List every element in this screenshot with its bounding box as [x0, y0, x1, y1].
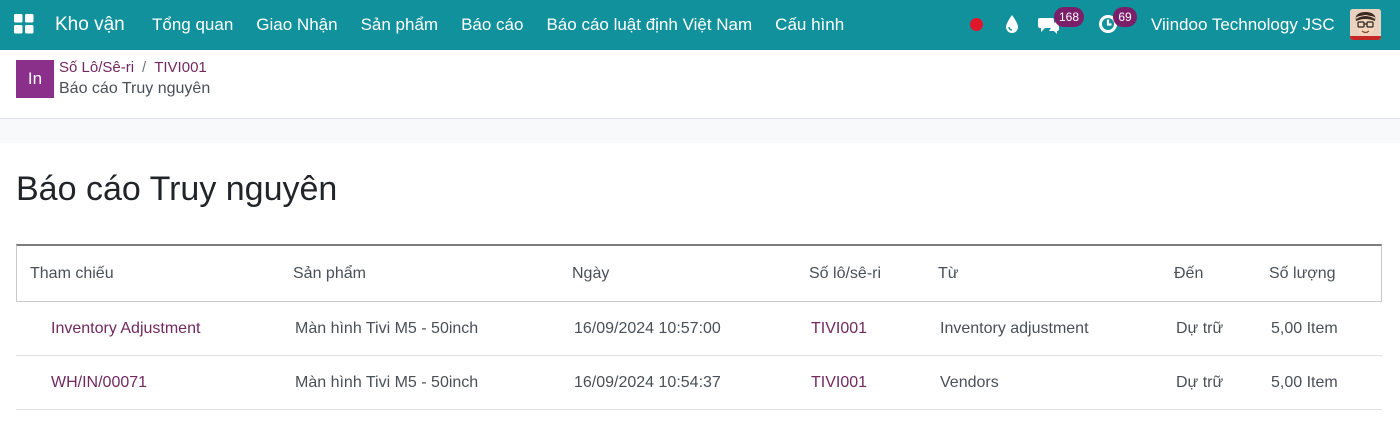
user-avatar[interactable]	[1350, 9, 1381, 40]
from-location-cell: Inventory adjustment	[940, 320, 1089, 337]
from-location-cell: Vendors	[940, 374, 999, 391]
table-header: Tham chiếu Sản phẩm Ngày Số lô/sê-ri Từ …	[16, 244, 1382, 302]
menu-item-overview[interactable]: Tổng quan	[152, 0, 233, 50]
breadcrumb-lot-link[interactable]: TIVI001	[154, 59, 207, 76]
separator-band	[0, 119, 1400, 143]
date-cell: 16/09/2024 10:57:00	[574, 320, 721, 337]
table-row[interactable]: WH/IN/00071 Màn hình Tivi M5 - 50inch 16…	[16, 356, 1382, 410]
date-cell: 16/09/2024 10:54:37	[574, 374, 721, 391]
reference-link[interactable]: WH/IN/00071	[51, 356, 147, 410]
breadcrumb-separator: /	[142, 59, 147, 76]
breadcrumb: Số Lô/Sê-ri / TIVI001	[59, 59, 207, 76]
column-header-reference: Tham chiếu	[30, 265, 114, 282]
product-cell: Màn hình Tivi M5 - 50inch	[295, 374, 479, 391]
product-cell: Màn hình Tivi M5 - 50inch	[295, 320, 479, 337]
menu-item-configuration[interactable]: Cấu hình	[775, 0, 844, 50]
activities-count-badge: 69	[1113, 7, 1137, 27]
traceability-table: Tham chiếu Sản phẩm Ngày Số lô/sê-ri Từ …	[16, 244, 1382, 410]
column-header-lot-serial: Số lô/sê-ri	[809, 265, 882, 282]
droplet-icon[interactable]	[1004, 14, 1020, 34]
main-menu: Tổng quan Giao Nhận Sản phẩm Báo cáo Báo…	[152, 0, 867, 50]
table-row[interactable]: Inventory Adjustment Màn hình Tivi M5 - …	[16, 302, 1382, 356]
control-panel: In Số Lô/Sê-ri / TIVI001 Báo cáo Truy nguy…	[0, 50, 1400, 119]
menu-item-products[interactable]: Sản phẩm	[361, 0, 439, 50]
quantity-cell: 5,00 Item	[1271, 320, 1338, 337]
lot-serial-link[interactable]: TIVI001	[811, 302, 867, 356]
column-header-product: Sản phẩm	[293, 265, 366, 282]
to-location-cell: Dự trữ	[1176, 374, 1224, 391]
breadcrumb-app-badge: In	[16, 60, 54, 98]
reference-link[interactable]: Inventory Adjustment	[51, 302, 200, 356]
record-dot-icon[interactable]	[970, 18, 983, 31]
breadcrumb-lot-serial-link[interactable]: Số Lô/Sê-ri	[59, 59, 134, 76]
menu-item-vn-legal-reports[interactable]: Báo cáo luật định Việt Nam	[546, 0, 752, 50]
top-navbar: Kho vận Tổng quan Giao Nhận Sản phẩm Báo…	[0, 0, 1400, 50]
to-location-cell: Dự trữ	[1176, 320, 1224, 337]
column-header-quantity: Số lượng	[1269, 265, 1336, 282]
menu-item-reports[interactable]: Báo cáo	[461, 0, 523, 50]
column-header-date: Ngày	[572, 265, 610, 282]
apps-icon[interactable]	[14, 14, 34, 34]
page-title: Báo cáo Truy nguyên	[16, 170, 338, 208]
company-switcher[interactable]: Viindoo Technology JSC	[1151, 0, 1335, 50]
column-header-to: Đến	[1174, 265, 1204, 282]
lot-serial-link[interactable]: TIVI001	[811, 356, 867, 410]
breadcrumb-current: Báo cáo Truy nguyên	[59, 80, 211, 97]
menu-item-delivery[interactable]: Giao Nhận	[256, 0, 337, 50]
messages-count-badge: 168	[1054, 7, 1085, 27]
app-brand[interactable]: Kho vận	[55, 0, 125, 50]
column-header-from: Từ	[938, 265, 959, 282]
quantity-cell: 5,00 Item	[1271, 374, 1338, 391]
